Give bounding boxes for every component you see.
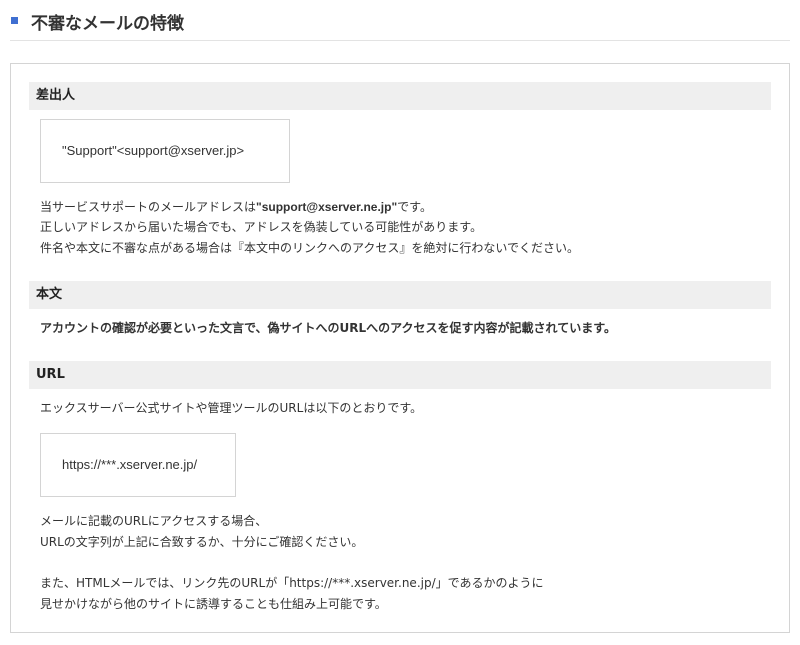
- url-note-line-4: 見せかけながら他のサイトに誘導することも仕組み上可能です。: [40, 597, 387, 611]
- square-bullet-icon: [11, 17, 18, 24]
- sender-text-line-1: 当サービスサポートのメールアドレスは"support@xserver.ne.jp…: [40, 199, 432, 215]
- support-email-address: "support@xserver.ne.jp": [256, 200, 398, 214]
- sender-text-line-1-after: です。: [397, 200, 432, 214]
- section-heading-sender: 差出人: [29, 82, 771, 110]
- section-heading-url: URL: [29, 361, 771, 389]
- body-description: アカウントの確認が必要といった文言で、偽サイトへのURLへのアクセスを促す内容が…: [40, 321, 616, 335]
- url-intro: エックスサーバー公式サイトや管理ツールのURLは以下のとおりです。: [40, 401, 423, 415]
- official-url-example: https://***.xserver.ne.jp/: [40, 433, 236, 497]
- url-note-line-3: また、HTMLメールでは、リンク先のURLが「https://***.xserv…: [40, 576, 544, 590]
- url-note-line-2: URLの文字列が上記に合致するか、十分にご確認ください。: [40, 535, 364, 549]
- sender-text-line-2: 正しいアドレスから届いた場合でも、アドレスを偽装している可能性があります。: [40, 220, 483, 234]
- sender-text-line-3: 件名や本文に不審な点がある場合は『本文中のリンクへのアクセス』を絶対に行わないで…: [40, 241, 580, 255]
- page-header: 不審なメールの特徴: [10, 0, 790, 41]
- page-title: 不審なメールの特徴: [31, 14, 184, 34]
- url-note-line-1: メールに記載のURLにアクセスする場合、: [40, 514, 268, 528]
- section-heading-body: 本文: [29, 281, 771, 309]
- sender-address-example: "Support"<support@xserver.jp>: [40, 119, 290, 183]
- sender-text-line-1-before: 当サービスサポートのメールアドレスは: [40, 200, 257, 214]
